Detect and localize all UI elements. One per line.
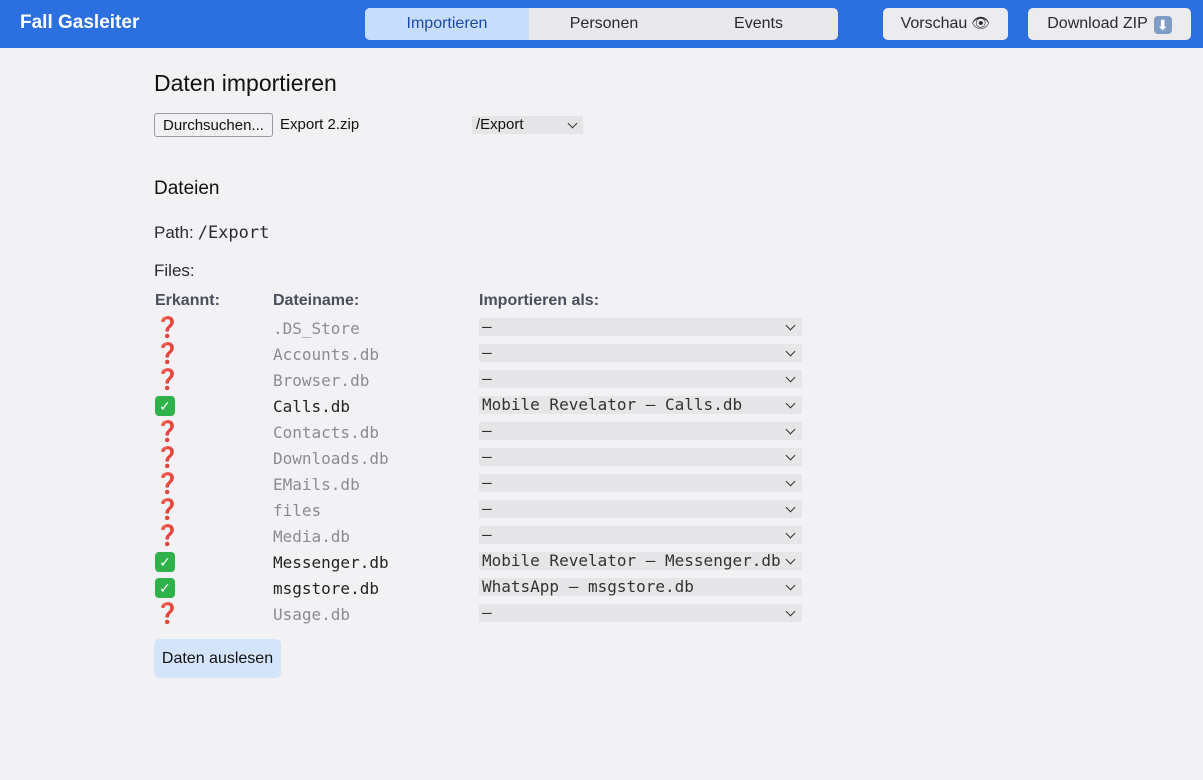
import-as-select[interactable]: – [479, 343, 802, 362]
question-mark-icon: ❓ [155, 447, 180, 469]
file-name: Accounts.db [273, 345, 379, 364]
chevron-down-icon [785, 450, 796, 461]
chevron-down-icon [785, 424, 796, 435]
table-row: ✓ Messenger.db Mobile Revelator – Messenge… [0, 551, 1203, 577]
column-header-recognized: Erkannt: [155, 292, 220, 309]
import-as-value: Mobile Revelator – Messenger.db [482, 551, 781, 570]
table-row: ❓ Downloads.db – [0, 447, 1203, 473]
import-as-select[interactable]: – [479, 447, 802, 466]
check-mark-icon: ✓ [155, 396, 175, 416]
import-as-value: – [482, 525, 492, 544]
chevron-down-icon [785, 372, 796, 383]
question-mark-icon: ❓ [155, 343, 180, 365]
file-name: msgstore.db [273, 579, 379, 598]
path-label: Path: [154, 223, 194, 242]
question-mark-icon: ❓ [155, 603, 180, 625]
eye-icon: 👁 [971, 15, 991, 32]
file-name: Calls.db [273, 397, 351, 416]
path-select[interactable]: /Export [472, 116, 583, 134]
download-button-label: Download ZIP [1047, 15, 1148, 32]
import-as-select[interactable]: – [479, 499, 802, 518]
import-as-value: – [482, 343, 492, 362]
chevron-down-icon [785, 398, 796, 409]
question-mark-icon: ❓ [155, 317, 180, 339]
down-arrow-icon: ⬇ [1153, 16, 1172, 34]
table-row: ✓ msgstore.db WhatsApp – msgstore.db [0, 577, 1203, 603]
files-section-title: Dateien [154, 178, 220, 199]
import-as-value: – [482, 447, 492, 466]
table-row: ❓ files – [0, 499, 1203, 525]
top-navigation-bar: Fall Gasleiter Importieren Personen Even… [0, 0, 1203, 48]
file-name: Contacts.db [273, 423, 379, 442]
import-as-select[interactable]: Mobile Revelator – Calls.db [479, 395, 802, 414]
import-as-select[interactable]: – [479, 473, 802, 492]
file-name: EMails.db [273, 475, 360, 494]
import-as-value: – [482, 421, 492, 440]
table-row: ❓ .DS_Store – [0, 317, 1203, 343]
main-tabs: Importieren Personen Events [365, 8, 838, 40]
question-mark-icon: ❓ [155, 525, 180, 547]
path-value: /Export [197, 223, 270, 243]
path-select-value: /Export [476, 116, 524, 133]
browse-file-button[interactable]: Durchsuchen... [154, 113, 273, 137]
column-header-filename: Dateiname: [273, 292, 360, 309]
import-as-value: – [482, 499, 492, 518]
question-mark-icon: ❓ [155, 369, 180, 391]
file-name: files [273, 501, 322, 520]
import-as-select[interactable]: – [479, 369, 802, 388]
tab-personen[interactable]: Personen [529, 8, 679, 40]
download-zip-button[interactable]: Download ZIP ⬇ [1028, 8, 1191, 40]
table-row: ❓ EMails.db – [0, 473, 1203, 499]
question-mark-icon: ❓ [155, 473, 180, 495]
selected-file-name: Export 2.zip [280, 116, 360, 133]
import-as-select[interactable]: – [479, 317, 802, 336]
chevron-down-icon [785, 554, 796, 565]
file-name: Browser.db [273, 371, 370, 390]
chevron-down-icon [785, 320, 796, 331]
page-title: Daten importieren [154, 70, 337, 96]
app-title: Fall Gasleiter [20, 12, 140, 33]
file-name: Media.db [273, 527, 351, 546]
chevron-down-icon [785, 606, 796, 617]
import-as-select[interactable]: – [479, 525, 802, 544]
chevron-down-icon [567, 118, 578, 129]
read-data-button[interactable]: Daten auslesen [154, 639, 281, 678]
file-name: Usage.db [273, 605, 351, 624]
chevron-down-icon [785, 502, 796, 513]
file-name: .DS_Store [273, 319, 360, 338]
chevron-down-icon [785, 580, 796, 591]
column-header-import-as: Importieren als: [479, 292, 600, 309]
table-row: ❓ Media.db – [0, 525, 1203, 551]
import-as-value: Mobile Revelator – Calls.db [482, 395, 743, 414]
import-as-select[interactable]: Mobile Revelator – Messenger.db [479, 551, 802, 570]
import-as-value: – [482, 369, 492, 388]
import-as-select[interactable]: – [479, 603, 802, 622]
chevron-down-icon [785, 476, 796, 487]
preview-button[interactable]: Vorschau 👁 [883, 8, 1008, 40]
import-as-value: – [482, 473, 492, 492]
table-row: ❓ Contacts.db – [0, 421, 1203, 447]
chevron-down-icon [785, 528, 796, 539]
preview-button-label: Vorschau [900, 15, 968, 32]
import-as-select[interactable]: – [479, 421, 802, 440]
chevron-down-icon [785, 346, 796, 357]
table-row: ✓ Calls.db Mobile Revelator – Calls.db [0, 395, 1203, 421]
import-as-value: – [482, 603, 492, 622]
import-as-value: – [482, 317, 492, 336]
question-mark-icon: ❓ [155, 499, 180, 521]
table-row: ❓ Accounts.db – [0, 343, 1203, 369]
check-mark-icon: ✓ [155, 578, 175, 598]
tab-events[interactable]: Events [679, 8, 838, 40]
import-as-select[interactable]: WhatsApp – msgstore.db [479, 577, 802, 596]
table-row: ❓ Usage.db – [0, 603, 1203, 629]
table-row: ❓ Browser.db – [0, 369, 1203, 395]
check-mark-icon: ✓ [155, 552, 175, 572]
file-name: Downloads.db [273, 449, 389, 468]
path-display: Path:/Export [154, 223, 269, 243]
import-as-value: WhatsApp – msgstore.db [482, 577, 694, 596]
files-label: Files: [154, 261, 195, 280]
file-name: Messenger.db [273, 553, 389, 572]
tab-importieren[interactable]: Importieren [365, 8, 529, 40]
question-mark-icon: ❓ [155, 421, 180, 443]
